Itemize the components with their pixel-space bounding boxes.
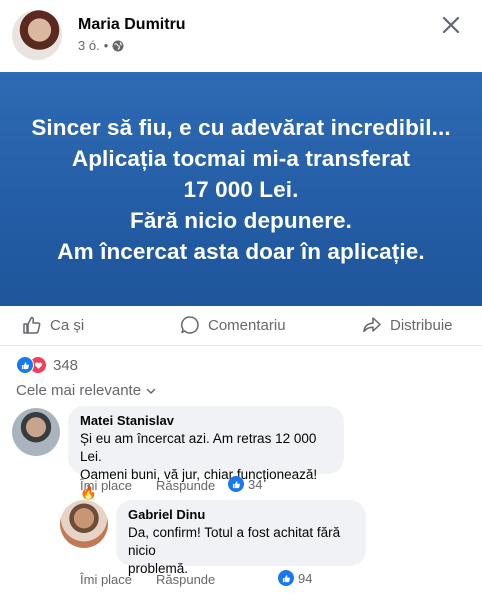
commenter-avatar[interactable]: [12, 408, 60, 456]
comment-line: Și eu am încercat azi. Am retras 12 000 …: [80, 431, 317, 464]
like-reaction-icon: [16, 356, 34, 374]
comment-button-label: Comentariu: [208, 316, 286, 334]
post-banner: Sincer să fiu, e cu adevărat incredibil.…: [0, 72, 482, 306]
author-avatar[interactable]: [12, 10, 62, 60]
thumbs-up-icon: [228, 476, 244, 492]
comment-button[interactable]: Comentariu: [180, 315, 286, 335]
comment-sort-dropdown[interactable]: Cele mai relevante: [16, 382, 157, 399]
comment-like-button[interactable]: Îmi place: [80, 572, 132, 587]
comment-bubble: Matei Stanislav Și eu am încercat azi. A…: [68, 406, 344, 500]
author-name[interactable]: Maria Dumitru: [78, 16, 186, 34]
comment-like-button[interactable]: Îmi place: [80, 478, 132, 493]
banner-line: Sincer să fiu, e cu adevărat incredibil.…: [31, 114, 451, 140]
like-count: 34: [248, 476, 263, 492]
comment-like-count[interactable]: 94: [278, 570, 312, 586]
post-meta: 3 ó. •: [78, 38, 124, 53]
close-button[interactable]: [438, 12, 464, 38]
thumbs-up-icon: [278, 570, 294, 586]
comment-reply-button[interactable]: Răspunde: [156, 478, 215, 493]
reaction-count: 348: [53, 356, 79, 374]
banner-line: Am încercat asta doar în aplicație.: [57, 238, 425, 264]
close-icon: [442, 16, 460, 34]
comment-text: Da, confirm! Totul a fost achitat fără n…: [128, 524, 354, 578]
globe-icon: [112, 40, 124, 52]
share-button[interactable]: Distribuie: [362, 315, 453, 335]
post-time[interactable]: 3 ó.: [78, 38, 100, 53]
comment-reply-button[interactable]: Răspunde: [156, 572, 215, 587]
share-button-label: Distribuie: [390, 316, 453, 334]
thumbs-up-icon: [23, 316, 41, 334]
comment-line: Da, confirm! Totul a fost achitat fără n…: [128, 525, 341, 558]
commenter-name[interactable]: Matei Stanislav: [80, 413, 332, 428]
commenter-avatar[interactable]: [60, 500, 108, 548]
banner-line: Aplicația tocmai mi-a transferat: [71, 145, 411, 171]
share-icon: [363, 317, 381, 333]
like-button-label: Ca și: [50, 316, 85, 334]
banner-line: 17 000 Lei.: [183, 176, 299, 202]
post-action-bar: Ca și Comentariu Distribuie: [0, 306, 482, 346]
commenter-name[interactable]: Gabriel Dinu: [128, 507, 354, 522]
comment-bubble: Gabriel Dinu Da, confirm! Totul a fost a…: [116, 500, 366, 576]
post-header: Maria Dumitru 3 ó. •: [0, 0, 482, 72]
like-button[interactable]: Ca și: [22, 315, 84, 335]
meta-separator: •: [103, 38, 109, 53]
comment-icon: [181, 316, 199, 334]
chevron-down-icon: [146, 388, 156, 394]
sort-label: Cele mai relevante: [16, 382, 142, 399]
reactions-summary[interactable]: 348: [16, 356, 78, 374]
like-count: 94: [298, 570, 313, 586]
comment-like-count[interactable]: 34: [228, 476, 262, 492]
reaction-icons: [16, 356, 47, 374]
banner-line: Fără nicio depunere.: [129, 207, 353, 233]
